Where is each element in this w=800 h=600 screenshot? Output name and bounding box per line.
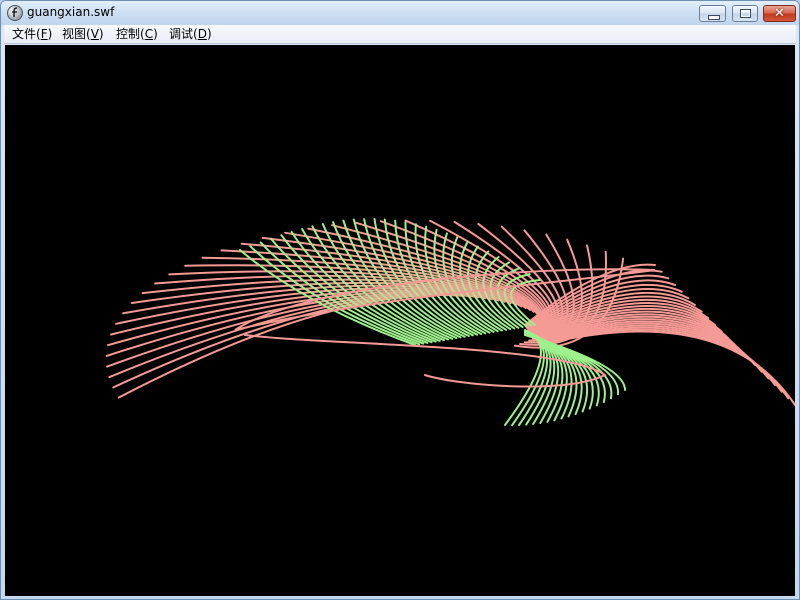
flash-f-glyph bbox=[12, 7, 18, 17]
menu-debug-suffix: ) bbox=[206, 27, 212, 41]
minimize-icon bbox=[708, 15, 720, 20]
player-window: guangxian.swf ✕ 文件(F) 视图(V) 控制(C) 调试(D) bbox=[0, 0, 800, 600]
menu-debug[interactable]: 调试(D) bbox=[167, 26, 214, 42]
menu-bar: 文件(F) 视图(V) 控制(C) 调试(D) bbox=[4, 25, 796, 44]
maximize-button[interactable] bbox=[732, 5, 758, 22]
menu-view[interactable]: 视图(V) bbox=[60, 26, 106, 42]
light-lines-artwork bbox=[105, 218, 795, 427]
menu-debug-hotkey: D bbox=[197, 27, 207, 41]
menu-control-hotkey: C bbox=[144, 27, 154, 41]
close-icon: ✕ bbox=[774, 6, 785, 21]
menu-file[interactable]: 文件(F) bbox=[10, 26, 54, 42]
menu-view-suffix: ) bbox=[98, 27, 104, 41]
flash-stage[interactable] bbox=[5, 45, 795, 596]
title-bar[interactable]: guangxian.swf ✕ bbox=[1, 1, 799, 25]
menu-view-hotkey: V bbox=[90, 27, 99, 41]
menu-view-label: 视图( bbox=[62, 27, 91, 41]
maximize-icon bbox=[740, 9, 751, 18]
menu-debug-label: 调试( bbox=[169, 27, 198, 41]
flash-player-icon[interactable] bbox=[7, 5, 23, 21]
close-button[interactable]: ✕ bbox=[763, 5, 796, 22]
menu-control-suffix: ) bbox=[153, 27, 158, 41]
menu-file-label: 文件( bbox=[12, 27, 41, 41]
pink-strand bbox=[539, 330, 795, 406]
menu-control-label: 控制( bbox=[116, 27, 145, 41]
window-title: guangxian.swf bbox=[27, 5, 115, 19]
menu-file-hotkey: F bbox=[40, 27, 48, 41]
menu-control[interactable]: 控制(C) bbox=[114, 26, 160, 42]
minimize-button[interactable] bbox=[699, 5, 726, 22]
menu-file-suffix: ) bbox=[47, 27, 53, 41]
